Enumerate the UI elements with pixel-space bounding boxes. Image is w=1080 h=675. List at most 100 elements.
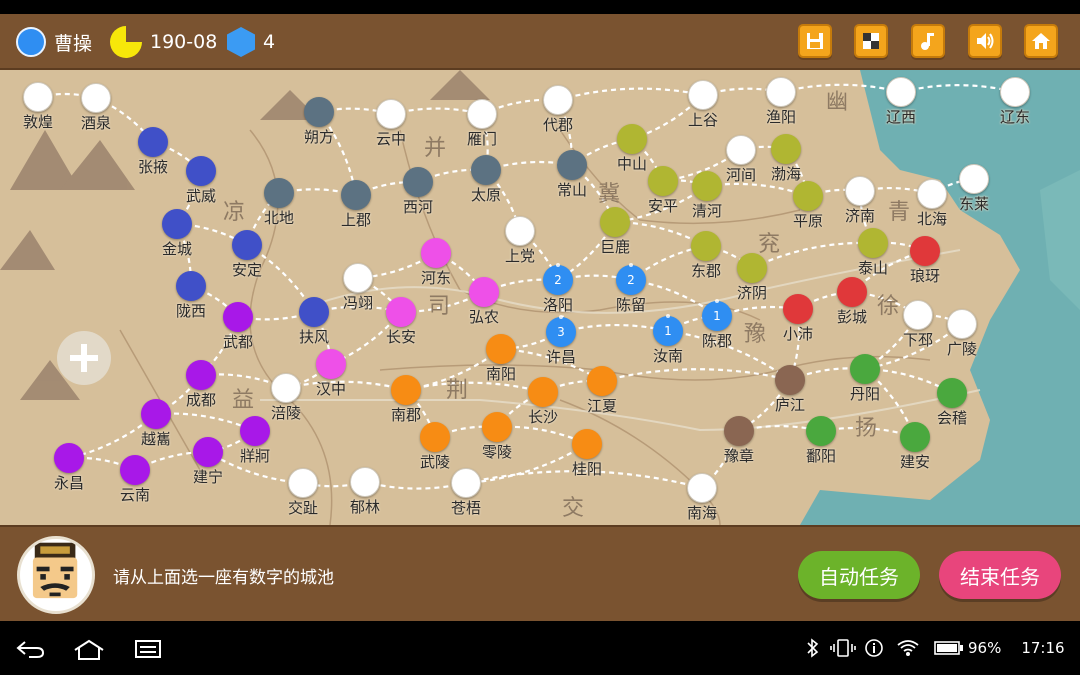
city-node[interactable] xyxy=(845,176,875,206)
city-node[interactable] xyxy=(543,85,573,115)
city-node[interactable] xyxy=(959,164,989,194)
city-node[interactable] xyxy=(376,99,406,129)
city-node[interactable] xyxy=(23,82,53,112)
city-node[interactable] xyxy=(737,253,767,283)
city-label: 长安 xyxy=(385,328,417,346)
city-node[interactable] xyxy=(587,366,617,396)
city-node[interactable] xyxy=(617,124,647,154)
city-node[interactable] xyxy=(469,277,499,307)
zoom-in-button[interactable] xyxy=(57,331,111,385)
city-node[interactable] xyxy=(138,127,168,157)
city-node[interactable] xyxy=(771,134,801,164)
city-node[interactable] xyxy=(806,416,836,446)
city-node[interactable] xyxy=(240,416,270,446)
city-node[interactable] xyxy=(451,468,481,498)
sound-button[interactable] xyxy=(968,24,1002,58)
city-node[interactable] xyxy=(299,297,329,327)
city-node[interactable] xyxy=(350,467,380,497)
city-node[interactable] xyxy=(176,271,206,301)
home-nav-icon[interactable] xyxy=(72,639,106,661)
player-info: 曹操 xyxy=(16,14,92,70)
city-node[interactable] xyxy=(505,216,535,246)
city-node[interactable] xyxy=(688,80,718,110)
battery-icon xyxy=(934,641,963,655)
city-node[interactable] xyxy=(692,171,722,201)
city-node[interactable] xyxy=(391,375,421,405)
city-node[interactable] xyxy=(600,207,630,237)
city-node[interactable]: 2 xyxy=(616,263,646,295)
city-node[interactable] xyxy=(186,156,216,186)
city-node[interactable] xyxy=(120,455,150,485)
city-node[interactable] xyxy=(486,334,516,364)
city-node[interactable] xyxy=(850,354,880,384)
city-node[interactable] xyxy=(471,155,501,185)
music-button[interactable] xyxy=(911,24,945,58)
city-node[interactable] xyxy=(937,378,967,408)
city-node[interactable] xyxy=(420,422,450,452)
city-node[interactable] xyxy=(528,377,558,407)
city-node[interactable] xyxy=(724,416,754,446)
city-node[interactable]: 3 xyxy=(546,315,576,347)
road-segment xyxy=(601,368,791,383)
city-node[interactable] xyxy=(775,365,805,395)
city-node[interactable]: 1 xyxy=(702,299,732,331)
city-node[interactable] xyxy=(793,181,823,211)
city-node[interactable] xyxy=(264,178,294,208)
city-node[interactable] xyxy=(783,294,813,324)
city-node[interactable] xyxy=(186,360,216,390)
city-node[interactable] xyxy=(648,166,678,196)
android-nav-bar: 96% 17:16 xyxy=(0,621,1080,675)
recent-apps-icon[interactable] xyxy=(134,639,162,659)
city-node[interactable] xyxy=(223,302,253,332)
city-node[interactable] xyxy=(726,135,756,165)
city-node[interactable] xyxy=(271,373,301,403)
city-label: 辽西 xyxy=(885,108,917,126)
city-node[interactable] xyxy=(886,77,916,107)
city-node[interactable] xyxy=(687,473,717,503)
city-node[interactable] xyxy=(403,167,433,197)
city-node[interactable] xyxy=(162,209,192,239)
city-node[interactable] xyxy=(341,180,371,210)
region-label: 荆 xyxy=(446,378,469,403)
city-node[interactable] xyxy=(910,236,940,266)
city-node[interactable] xyxy=(557,150,587,180)
city-node[interactable] xyxy=(903,300,933,330)
city-node[interactable] xyxy=(947,309,977,339)
city-node[interactable] xyxy=(837,277,867,307)
city-node[interactable] xyxy=(1000,77,1030,107)
checkerboard-icon xyxy=(863,33,879,49)
city-node[interactable] xyxy=(304,97,334,127)
city-node[interactable] xyxy=(81,83,111,113)
general-avatar xyxy=(17,536,95,614)
home-button[interactable] xyxy=(1024,24,1058,58)
city-label: 安定 xyxy=(231,261,263,279)
city-node[interactable] xyxy=(917,179,947,209)
city-node[interactable] xyxy=(232,230,262,260)
city-node[interactable] xyxy=(193,437,223,467)
city-node[interactable] xyxy=(316,349,346,379)
city-label: 汝南 xyxy=(652,347,684,365)
city-label: 武威 xyxy=(185,187,217,205)
city-node[interactable] xyxy=(858,228,888,258)
city-node[interactable] xyxy=(572,429,602,459)
city-node[interactable] xyxy=(766,77,796,107)
city-node[interactable] xyxy=(421,238,451,268)
city-node[interactable] xyxy=(141,399,171,429)
city-node[interactable] xyxy=(288,468,318,498)
city-node[interactable] xyxy=(386,297,416,327)
city-node[interactable]: 1 xyxy=(653,314,683,346)
city-node[interactable]: 2 xyxy=(543,263,573,295)
save-button[interactable] xyxy=(798,24,832,58)
checker-button[interactable] xyxy=(854,24,888,58)
city-label: 汉中 xyxy=(315,380,347,398)
city-node[interactable] xyxy=(54,443,84,473)
city-node[interactable] xyxy=(900,422,930,452)
end-task-button[interactable]: 结束任务 xyxy=(939,551,1061,599)
auto-task-button[interactable]: 自动任务 xyxy=(798,551,920,599)
city-node[interactable] xyxy=(467,99,497,129)
back-icon[interactable] xyxy=(15,639,45,659)
city-node[interactable] xyxy=(482,412,512,442)
city-label: 彭城 xyxy=(836,308,868,326)
city-node[interactable] xyxy=(343,263,373,293)
city-node[interactable] xyxy=(691,231,721,261)
